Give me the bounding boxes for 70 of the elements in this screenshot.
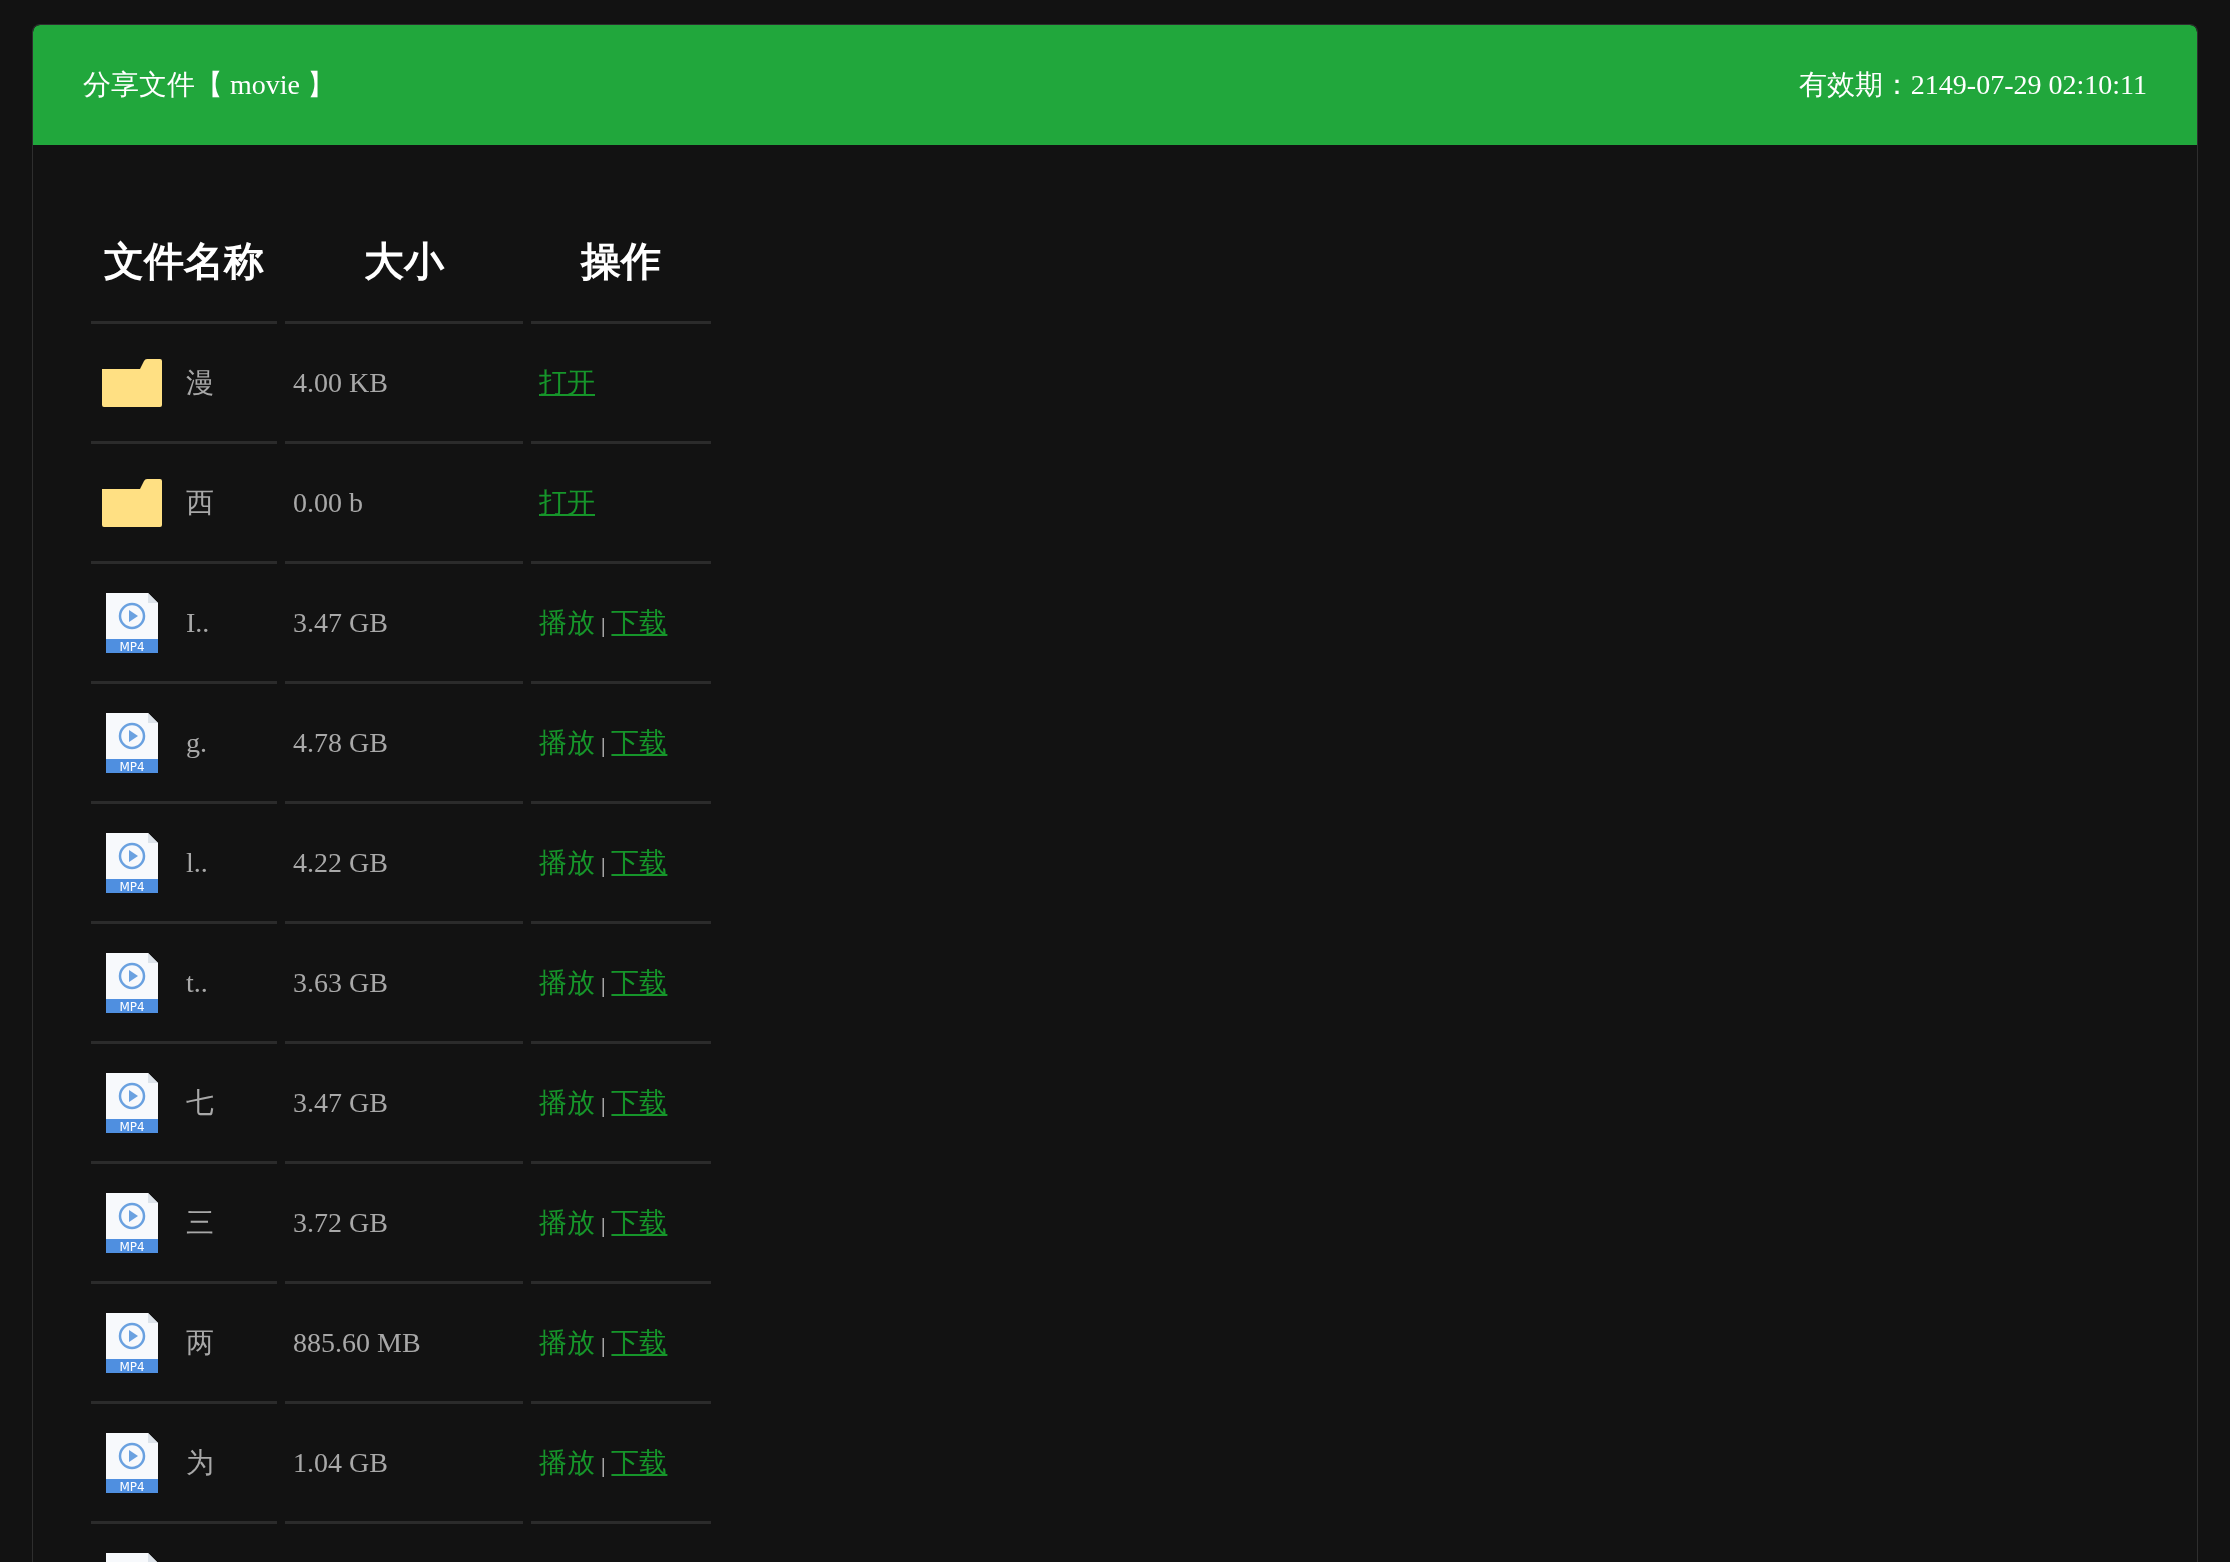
separator: | <box>601 1091 606 1117</box>
separator: | <box>601 971 606 997</box>
download-link[interactable]: 下载 <box>611 726 668 758</box>
play-link[interactable]: 播放 <box>539 606 595 638</box>
file-name: 西 <box>186 485 214 520</box>
play-link[interactable]: 播放 <box>539 1086 595 1118</box>
file-type-label: MP4 <box>119 759 145 773</box>
file-size: 0.00 b <box>293 486 363 518</box>
video-file-icon <box>106 832 158 893</box>
action-column-header: 操作 <box>581 238 661 284</box>
separator: | <box>601 851 606 877</box>
play-link[interactable]: 播放 <box>539 966 595 998</box>
video-file-icon <box>106 952 158 1013</box>
file-size: 3.47 GB <box>293 1086 388 1118</box>
separator: | <box>601 611 606 637</box>
file-size: 1.04 GB <box>293 1446 388 1478</box>
download-link[interactable]: 下载 <box>611 606 668 638</box>
file-name: 两 <box>186 1325 214 1360</box>
file-type-label: MP4 <box>119 639 145 653</box>
open-link[interactable]: 打开 <box>539 486 595 518</box>
file-name: g. <box>186 726 207 759</box>
file-name: 七 <box>186 1085 214 1120</box>
file-name: 漫 <box>186 365 214 400</box>
separator: | <box>601 731 606 757</box>
file-type-label: MP4 <box>119 879 145 893</box>
download-link[interactable]: 下载 <box>611 1446 668 1478</box>
file-type-label: MP4 <box>119 1479 145 1493</box>
video-file-icon <box>106 1552 158 1562</box>
file-type-label: MP4 <box>119 1119 145 1133</box>
file-name: 三 <box>186 1205 214 1240</box>
file-type-label: MP4 <box>119 1359 145 1373</box>
file-size: 4.22 GB <box>293 846 388 878</box>
open-link[interactable]: 打开 <box>539 366 595 398</box>
download-link[interactable]: 下载 <box>611 966 668 998</box>
play-link[interactable]: 播放 <box>539 726 595 758</box>
file-type-label: MP4 <box>119 999 145 1013</box>
file-size: 885.60 MB <box>293 1326 421 1358</box>
separator: | <box>601 1331 606 1357</box>
video-file-icon <box>106 712 158 773</box>
download-link[interactable]: 下载 <box>611 846 668 878</box>
play-link[interactable]: 播放 <box>539 1326 595 1358</box>
file-name: l.. <box>186 846 208 879</box>
video-file-icon <box>106 1192 158 1253</box>
video-file-icon <box>106 1432 158 1493</box>
file-name: I.. <box>186 606 210 639</box>
video-file-icon <box>106 1312 158 1373</box>
separator: | <box>601 1211 606 1237</box>
folder-icon <box>100 356 164 409</box>
video-file-icon <box>106 1072 158 1133</box>
file-name: 为 <box>186 1445 214 1480</box>
play-link[interactable]: 播放 <box>539 1446 595 1478</box>
name-column-header: 文件名称 <box>104 238 264 284</box>
folder-icon <box>100 476 164 529</box>
file-size: 4.78 GB <box>293 726 388 758</box>
file-size: 3.63 GB <box>293 966 388 998</box>
download-link[interactable]: 下载 <box>611 1086 668 1118</box>
file-size: 3.47 GB <box>293 606 388 638</box>
play-link[interactable]: 播放 <box>539 1206 595 1238</box>
play-link[interactable]: 播放 <box>539 846 595 878</box>
video-file-icon <box>106 592 158 653</box>
expiry-date: 有效期：2149-07-29 02:10:11 <box>1798 68 2147 102</box>
separator: | <box>601 1451 606 1477</box>
file-name: t.. <box>186 966 208 999</box>
file-type-label: MP4 <box>119 1239 145 1253</box>
file-size: 4.00 KB <box>293 366 388 398</box>
download-link[interactable]: 下载 <box>611 1206 668 1238</box>
download-link[interactable]: 下载 <box>611 1326 668 1358</box>
share-title: 分享文件【 movie 】 <box>83 68 335 102</box>
size-column-header: 大小 <box>364 238 444 284</box>
file-size: 3.72 GB <box>293 1206 388 1238</box>
